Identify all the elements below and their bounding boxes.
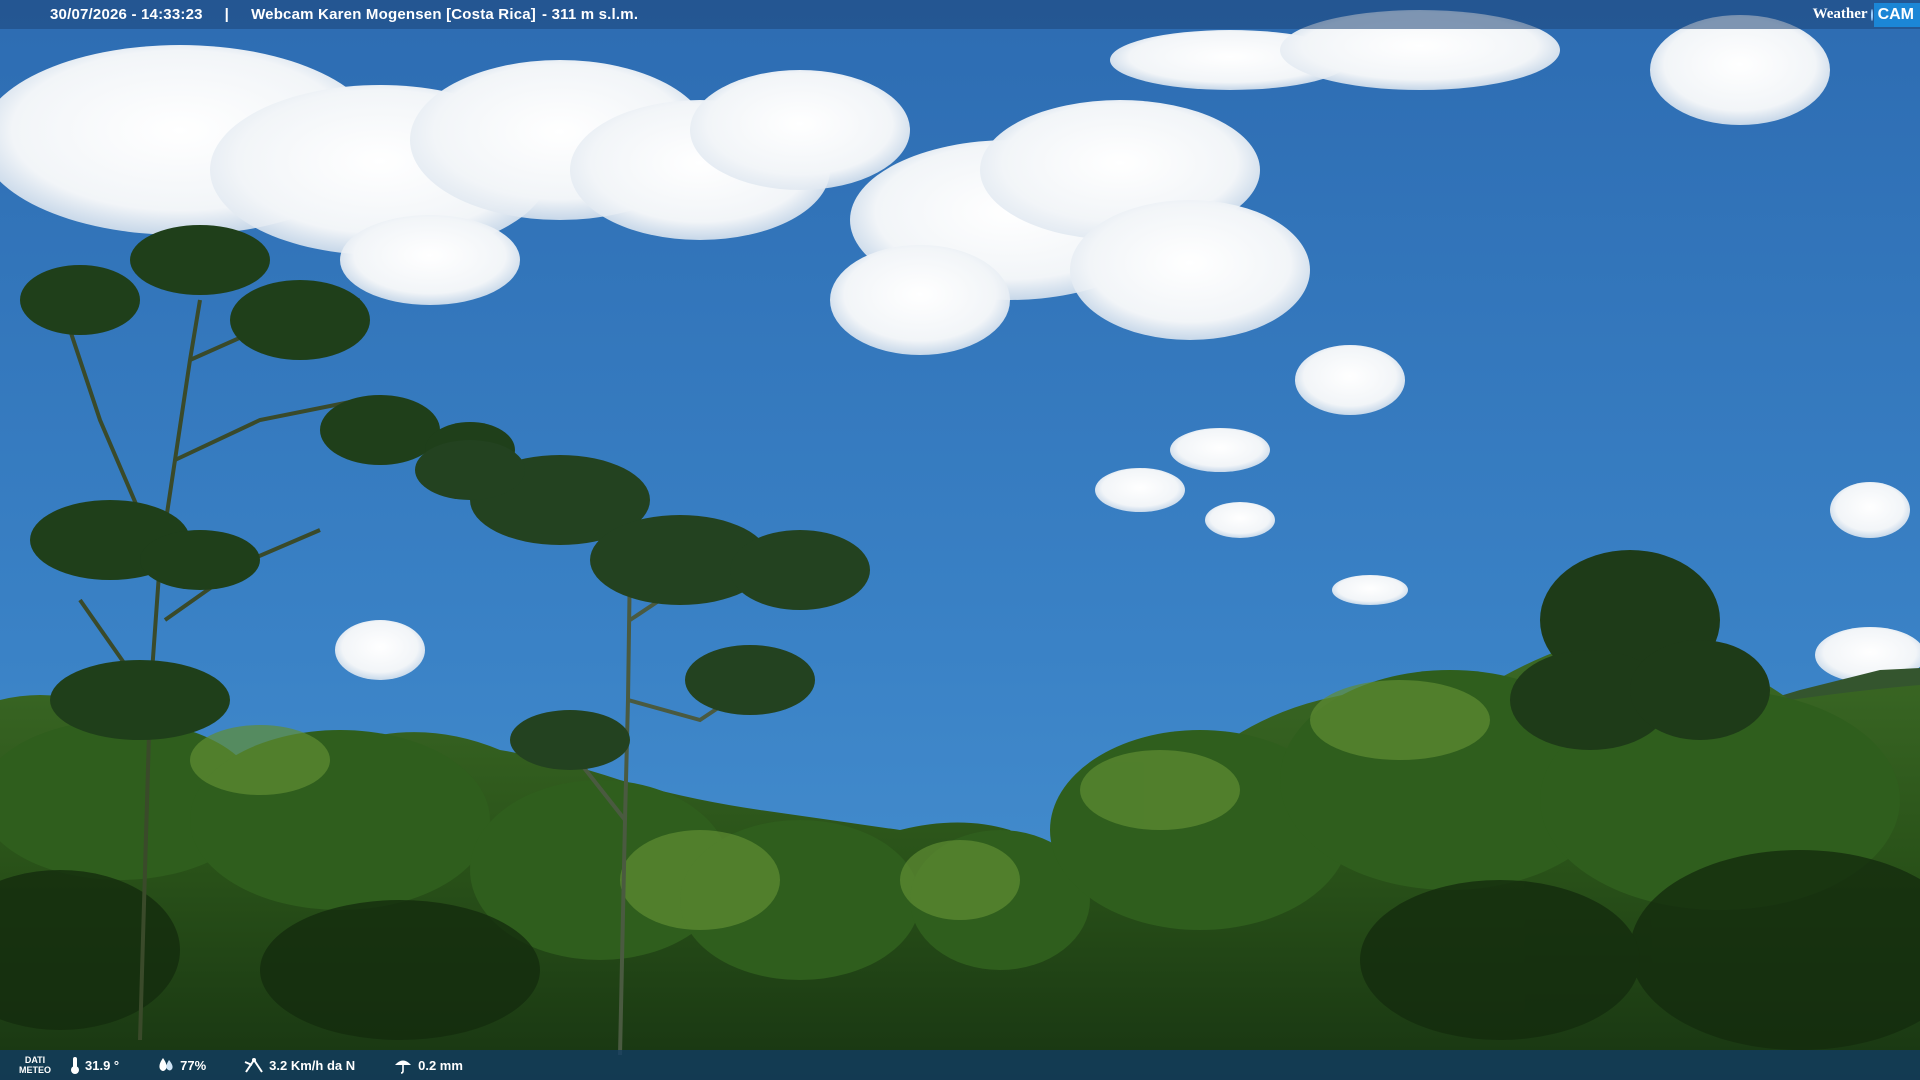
top-overlay-bar: 30/07/2026 - 14:33:23 | Webcam Karen Mog… bbox=[0, 0, 1920, 29]
wind-value: 3.2 Km/h da N bbox=[269, 1057, 356, 1073]
wind-icon bbox=[244, 1056, 264, 1074]
meteo-bar: DATI METEO 31.9 ° 77% 3.2 Km/h da N 0.2 … bbox=[0, 1050, 1920, 1080]
wind-reading: 3.2 Km/h da N bbox=[244, 1056, 355, 1074]
rain-reading: 0.2 mm bbox=[393, 1056, 463, 1074]
meteo-label-line1: DATI bbox=[24, 1055, 46, 1065]
temperature-reading: 31.9 ° bbox=[70, 1056, 119, 1074]
temperature-value: 31.9 ° bbox=[85, 1057, 120, 1073]
timestamp: 30/07/2026 - 14:33:23 bbox=[50, 6, 203, 23]
webcam-title: Webcam Karen Mogensen [Costa Rica] bbox=[251, 6, 536, 23]
rain-icon bbox=[393, 1056, 413, 1074]
elevation: - 311 m s.l.m. bbox=[542, 6, 639, 23]
logo-cam-text: CAM bbox=[1873, 2, 1920, 27]
weathercam-logo: Weather CAM bbox=[1813, 0, 1920, 29]
logo-weather-text: Weather bbox=[1812, 6, 1868, 22]
humidity-reading: 77% bbox=[157, 1057, 206, 1073]
meteo-label-line2: METEO bbox=[18, 1065, 51, 1075]
separator: | bbox=[224, 6, 230, 23]
thermometer-icon bbox=[70, 1056, 80, 1074]
webcam-image bbox=[0, 0, 1920, 1080]
rain-value: 0.2 mm bbox=[418, 1057, 463, 1073]
logo-dot-icon bbox=[1870, 8, 1873, 21]
humidity-icon bbox=[157, 1057, 175, 1073]
humidity-value: 77% bbox=[180, 1057, 207, 1073]
meteo-label: DATI METEO bbox=[0, 1055, 70, 1075]
